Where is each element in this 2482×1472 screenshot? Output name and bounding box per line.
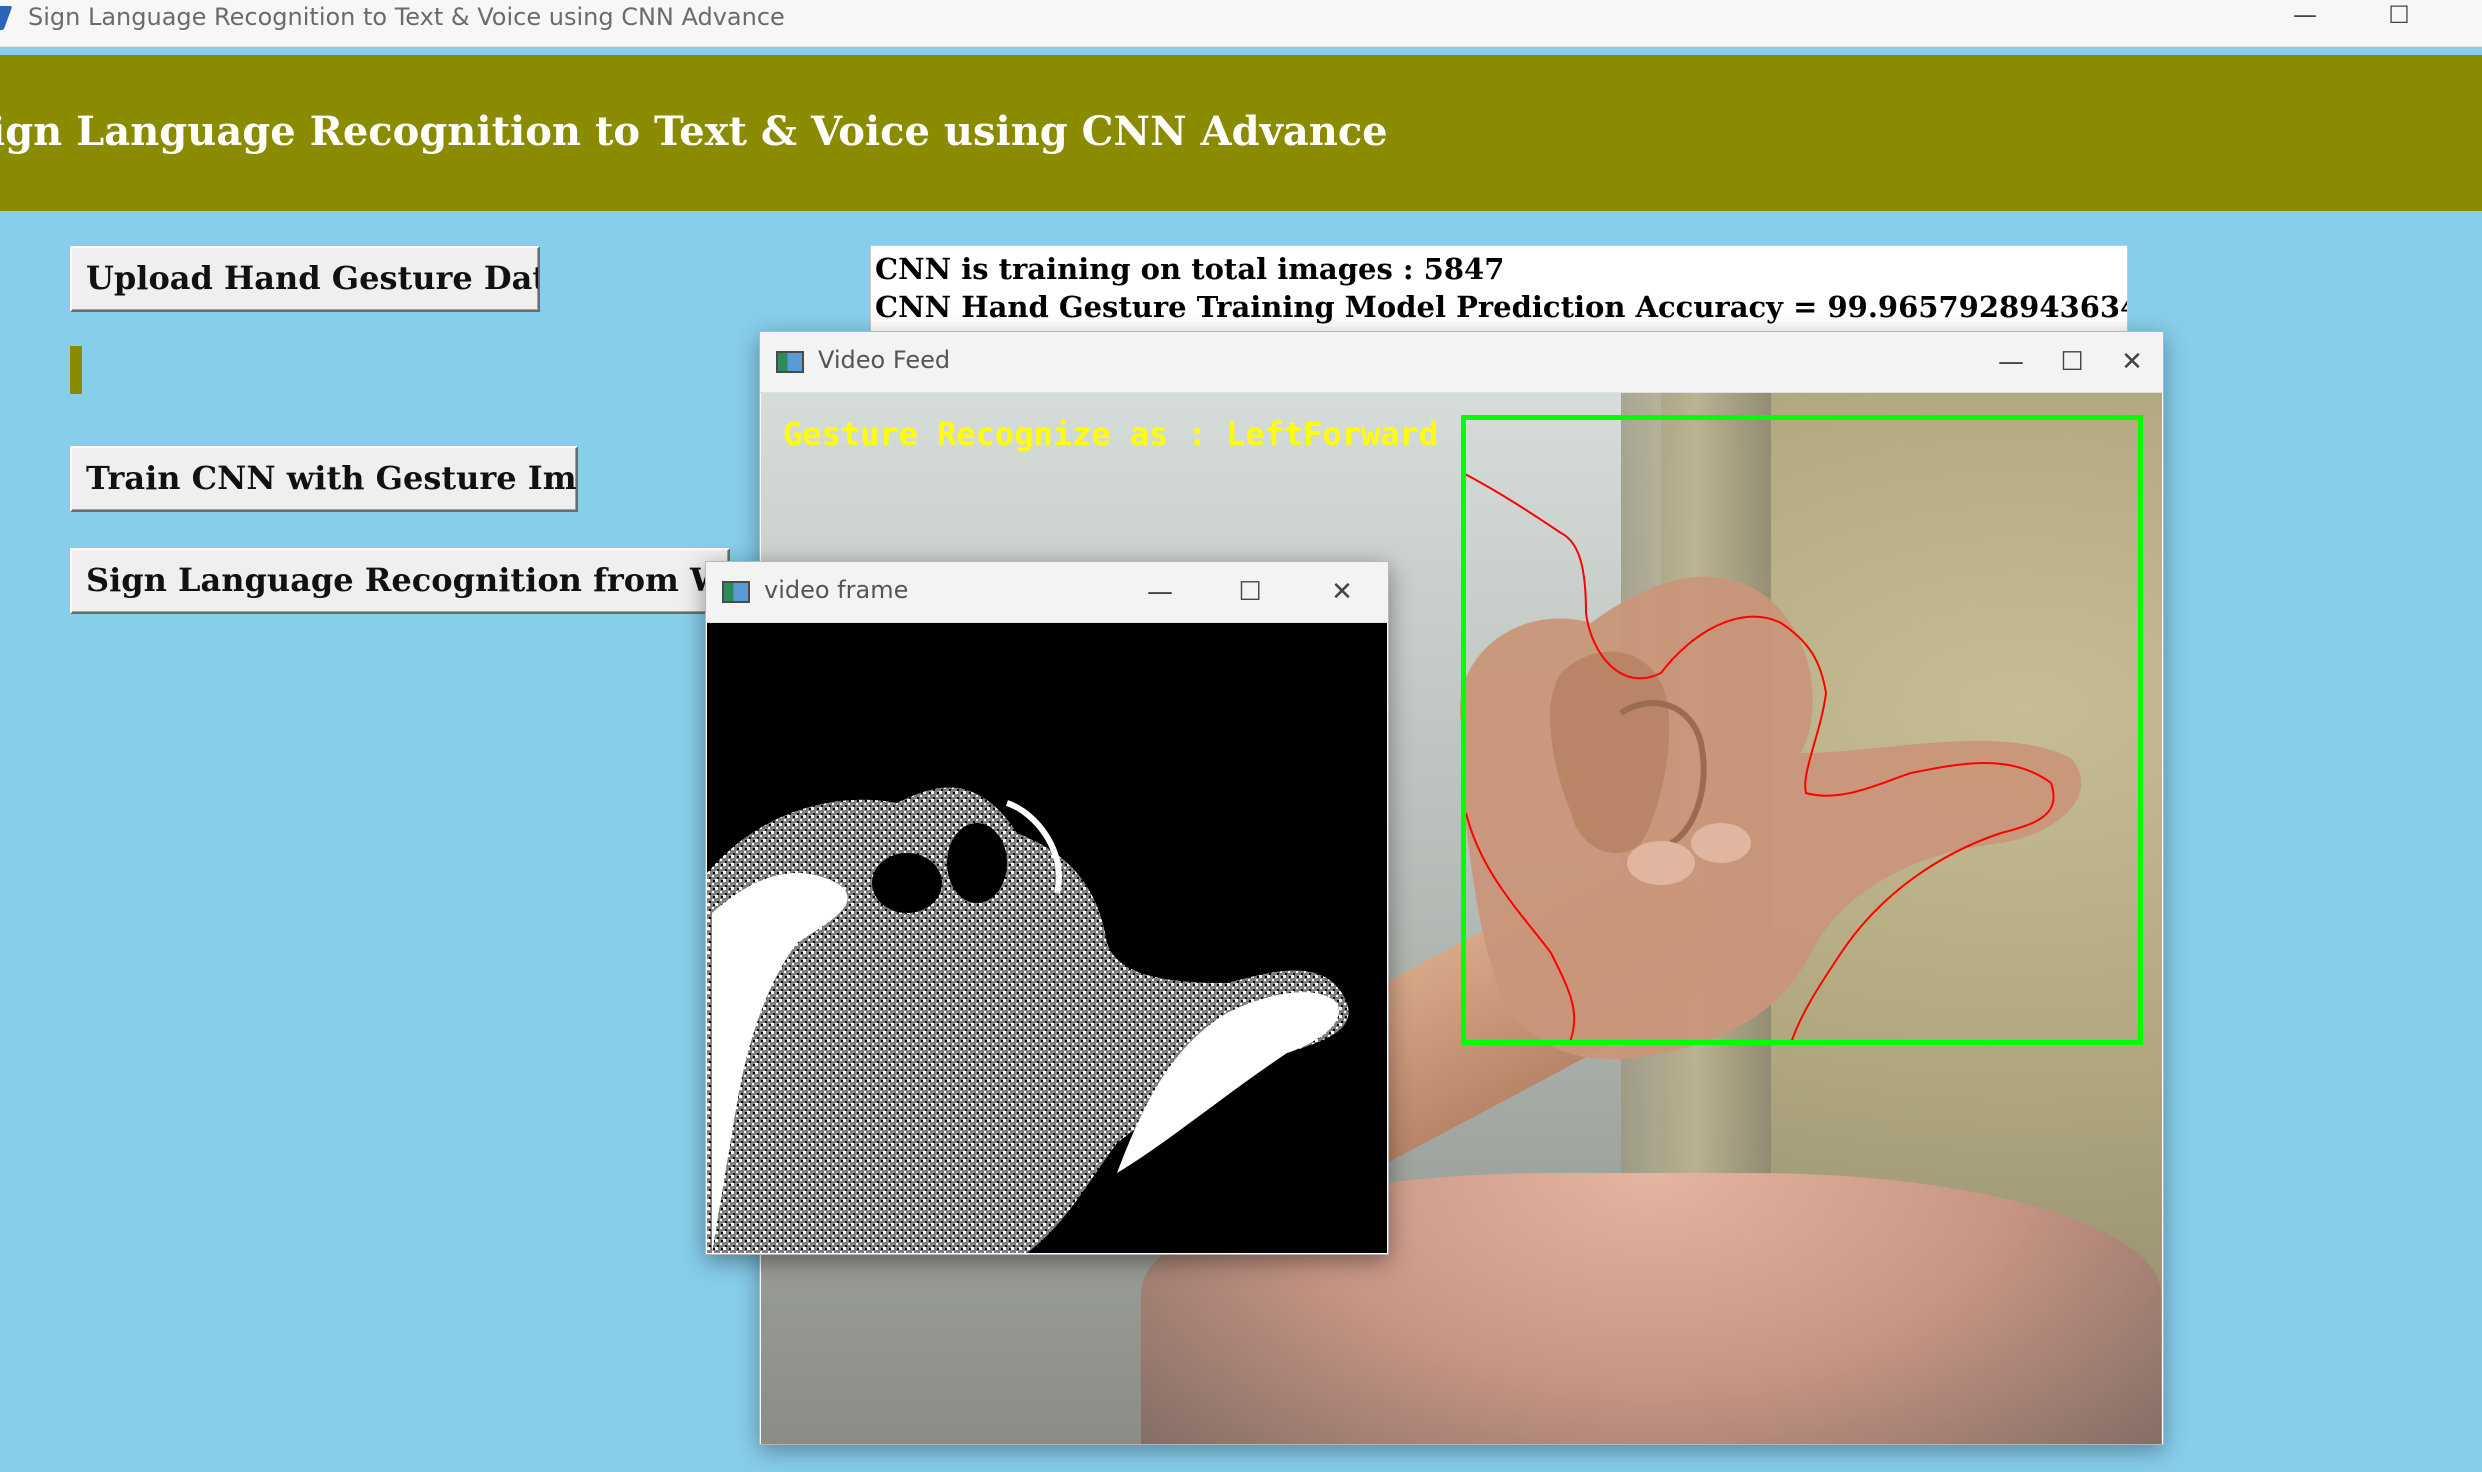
- video-frame-maximize-button[interactable]: ☐: [1220, 570, 1280, 614]
- video-frame-title-bar[interactable]: video frame — ☐ ✕: [706, 562, 1388, 623]
- page-title: ign Language Recognition to Text & Voice…: [0, 108, 1388, 155]
- window-title: Sign Language Recognition to Text & Voic…: [28, 3, 785, 31]
- video-feed-close-button[interactable]: ✕: [2102, 340, 2162, 384]
- video-frame-title: video frame: [764, 576, 909, 604]
- app-icon: [0, 6, 13, 30]
- train-cnn-button[interactable]: Train CNN with Gesture Images: [70, 446, 578, 512]
- opencv-window-icon: [722, 581, 750, 603]
- minimize-button[interactable]: —: [2262, 0, 2348, 32]
- video-feed-title-bar[interactable]: Video Feed — ☐ ✕: [760, 332, 2163, 393]
- gesture-recognized-label: Gesture Recognize as : LeftForward: [783, 415, 1439, 453]
- opencv-window-icon: [776, 351, 804, 373]
- mask-shape: [707, 787, 1349, 1253]
- output-line-accuracy: CNN Hand Gesture Training Model Predicti…: [875, 290, 2128, 324]
- video-frame-close-button[interactable]: ✕: [1312, 570, 1372, 614]
- main-title-bar: Sign Language Recognition to Text & Voic…: [0, 0, 2482, 47]
- upload-dataset-button[interactable]: Upload Hand Gesture Dataset: [70, 246, 540, 312]
- region-of-interest-box: [1461, 415, 2143, 1045]
- threshold-mask-image: [707, 623, 1387, 1253]
- maximize-button[interactable]: ☐: [2356, 0, 2442, 32]
- output-line-images: CNN is training on total images : 5847: [875, 252, 1505, 286]
- video-feed-title: Video Feed: [818, 346, 951, 374]
- video-feed-minimize-button[interactable]: —: [1981, 340, 2041, 384]
- video-frame-window[interactable]: video frame — ☐ ✕: [705, 561, 1389, 1255]
- status-indicator: [70, 346, 82, 394]
- webcam-recognition-button[interactable]: Sign Language Recognition from Webcam: [70, 548, 730, 614]
- video-frame-minimize-button[interactable]: —: [1130, 570, 1190, 614]
- video-feed-maximize-button[interactable]: ☐: [2042, 340, 2102, 384]
